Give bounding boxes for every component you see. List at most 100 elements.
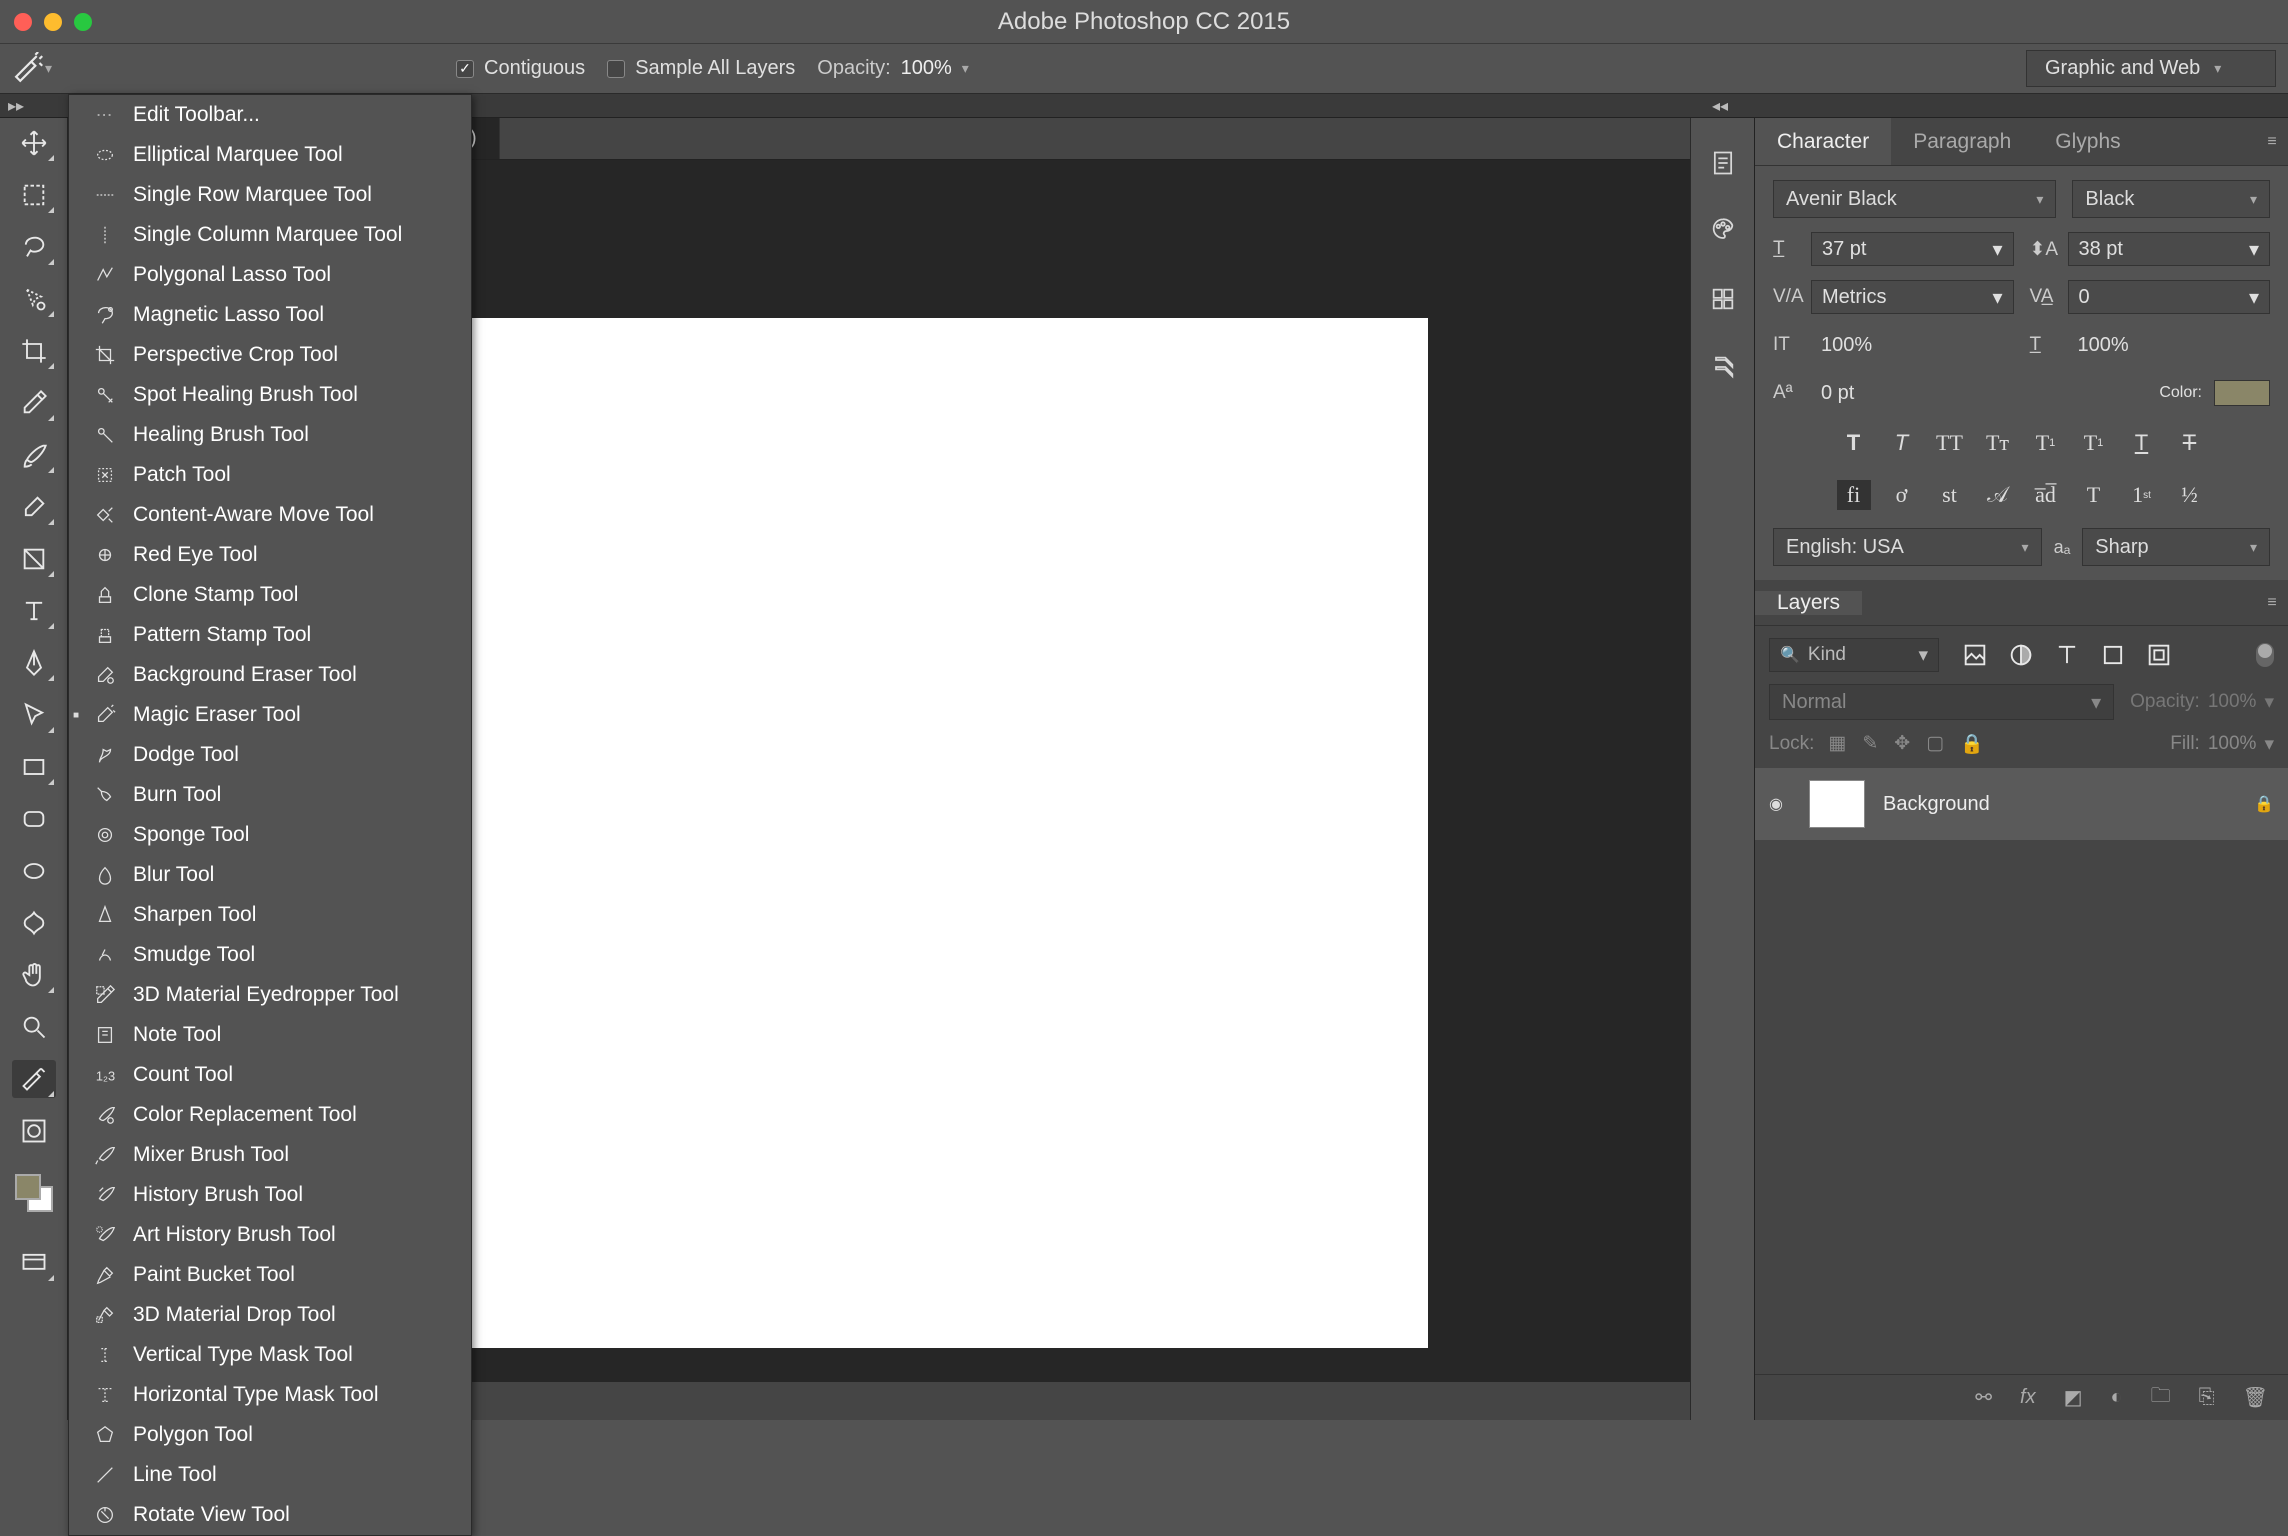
flyout-item[interactable]: Color Replacement Tool — [69, 1095, 471, 1135]
filter-pixel-icon[interactable] — [1961, 641, 1989, 669]
fractions-button[interactable]: ½ — [2173, 480, 2207, 510]
panel-menu-icon[interactable]: ≡ — [2256, 118, 2288, 165]
flyout-item[interactable]: Patch Tool — [69, 455, 471, 495]
flyout-item[interactable]: Burn Tool — [69, 775, 471, 815]
stylistic-alt-button[interactable]: a̅d̅ — [2029, 480, 2063, 510]
screen-mode-tool[interactable] — [12, 1244, 56, 1282]
libraries-panel-icon[interactable] — [1706, 282, 1740, 316]
properties-panel-icon[interactable] — [1706, 350, 1740, 384]
leading-field[interactable]: ⬍A38 pt▾ — [2030, 232, 2271, 266]
history-panel-icon[interactable] — [1706, 146, 1740, 180]
workspace-switcher[interactable]: Graphic and Web ▾ — [2026, 50, 2276, 87]
hand-tool[interactable] — [12, 956, 56, 994]
lock-transparency-icon[interactable]: ▦ — [1828, 732, 1846, 756]
all-caps-button[interactable]: TT — [1933, 428, 1967, 458]
quick-selection-tool[interactable] — [12, 280, 56, 318]
link-layers-icon[interactable]: ⚯ — [1975, 1385, 1992, 1410]
flyout-item[interactable]: Sponge Tool — [69, 815, 471, 855]
flyout-item[interactable]: Healing Brush Tool — [69, 415, 471, 455]
adjustment-layer-icon[interactable]: ◐ — [2111, 1386, 2123, 1409]
active-tool-icon[interactable]: ▾ — [12, 51, 52, 87]
tab-glyphs[interactable]: Glyphs — [2033, 118, 2142, 165]
close-window[interactable] — [14, 13, 32, 31]
tab-character[interactable]: Character — [1755, 118, 1891, 165]
flyout-item[interactable]: Blur Tool — [69, 855, 471, 895]
new-layer-icon[interactable]: ⎘ — [2199, 1386, 2215, 1409]
flyout-item[interactable]: Single Column Marquee Tool — [69, 215, 471, 255]
brush-tool[interactable] — [12, 436, 56, 474]
font-size-field[interactable]: T̲37 pt▾ — [1773, 232, 2014, 266]
zoom-window[interactable] — [74, 13, 92, 31]
flyout-item[interactable]: 1₂3Count Tool — [69, 1055, 471, 1095]
zoom-tool[interactable] — [12, 1008, 56, 1046]
gradient-tool[interactable] — [12, 540, 56, 578]
foreground-color[interactable] — [15, 1174, 41, 1200]
ligatures-button[interactable]: fi — [1837, 480, 1871, 510]
filter-adjustment-icon[interactable] — [2007, 641, 2035, 669]
blend-mode-select[interactable]: Normal▾ — [1769, 684, 2114, 720]
titling-alt-button[interactable]: T — [2077, 480, 2111, 510]
minimize-window[interactable] — [44, 13, 62, 31]
font-style-select[interactable]: Black▾ — [2072, 180, 2270, 218]
flyout-item[interactable]: Smudge Tool — [69, 935, 471, 975]
flyout-item[interactable]: Perspective Crop Tool — [69, 335, 471, 375]
flyout-item[interactable]: Art History Brush Tool — [69, 1215, 471, 1255]
flyout-item[interactable]: Line Tool — [69, 1455, 471, 1495]
lasso-tool[interactable] — [12, 228, 56, 266]
flyout-item[interactable]: Pattern Stamp Tool — [69, 615, 471, 655]
lock-position-icon[interactable]: ✥ — [1894, 732, 1910, 756]
swatches-panel-icon[interactable] — [1706, 214, 1740, 248]
contextual-alt-button[interactable]: ơ — [1885, 480, 1919, 510]
ellipse-tool[interactable] — [12, 852, 56, 890]
rounded-rectangle-tool[interactable] — [12, 800, 56, 838]
text-color-swatch[interactable] — [2214, 380, 2270, 406]
font-family-select[interactable]: Avenir Black▾ — [1773, 180, 2056, 218]
flyout-item[interactable]: Edit Toolbar... — [69, 95, 471, 135]
layer-thumbnail[interactable] — [1809, 780, 1865, 828]
flyout-item[interactable]: Mixer Brush Tool — [69, 1135, 471, 1175]
flyout-item[interactable]: Clone Stamp Tool — [69, 575, 471, 615]
eraser-tool[interactable] — [12, 488, 56, 526]
ordinals-button[interactable]: 1st — [2125, 480, 2159, 510]
faux-italic-button[interactable]: T — [1885, 428, 1919, 458]
antialiasing-select[interactable]: Sharp▾ — [2082, 528, 2270, 566]
superscript-button[interactable]: T1 — [2029, 428, 2063, 458]
small-caps-button[interactable]: Tᴛ — [1981, 428, 2015, 458]
flyout-item[interactable]: Note Tool — [69, 1015, 471, 1055]
language-select[interactable]: English: USA▾ — [1773, 528, 2042, 566]
layer-fx-icon[interactable]: fx — [2020, 1386, 2036, 1409]
filter-smartobject-icon[interactable] — [2145, 641, 2173, 669]
eyedropper-tool[interactable] — [12, 384, 56, 422]
faux-bold-button[interactable]: T — [1837, 428, 1871, 458]
flyout-item[interactable]: Spot Healing Brush Tool — [69, 375, 471, 415]
discretionary-lig-button[interactable]: st — [1933, 480, 1967, 510]
strikethrough-button[interactable]: T — [2173, 428, 2207, 458]
move-tool[interactable] — [12, 124, 56, 162]
flyout-item[interactable]: Rotate View Tool — [69, 1495, 471, 1535]
path-selection-tool[interactable] — [12, 696, 56, 734]
layer-opacity-field[interactable]: 100% — [2208, 691, 2257, 713]
horizontal-scale-field[interactable]: T̲100% — [2030, 328, 2271, 362]
filter-shape-icon[interactable] — [2099, 641, 2127, 669]
type-tool[interactable] — [12, 592, 56, 630]
flyout-item[interactable]: ■Magic Eraser Tool — [69, 695, 471, 735]
flyout-item[interactable]: History Brush Tool — [69, 1175, 471, 1215]
flyout-item[interactable]: Content-Aware Move Tool — [69, 495, 471, 535]
lock-all-icon[interactable]: 🔒 — [1960, 732, 1984, 756]
lock-pixels-icon[interactable]: ✎ — [1862, 732, 1878, 756]
pen-tool[interactable] — [12, 644, 56, 682]
crop-tool[interactable] — [12, 332, 56, 370]
kerning-field[interactable]: V/AMetrics▾ — [1773, 280, 2014, 314]
vertical-scale-field[interactable]: IT100% — [1773, 328, 2014, 362]
expand-left-icon[interactable]: ▸▸ — [8, 96, 24, 116]
flyout-item[interactable]: Dodge Tool — [69, 735, 471, 775]
tab-layers[interactable]: Layers — [1755, 591, 1862, 615]
delete-layer-icon[interactable]: 🗑 — [2243, 1385, 2268, 1410]
flyout-item[interactable]: 3D Material Drop Tool — [69, 1295, 471, 1335]
tab-paragraph[interactable]: Paragraph — [1891, 118, 2033, 165]
sample-all-layers-checkbox[interactable]: Sample All Layers — [607, 57, 795, 80]
flyout-item[interactable]: Sharpen Tool — [69, 895, 471, 935]
filter-toggle[interactable] — [2256, 643, 2274, 667]
flyout-item[interactable]: Magnetic Lasso Tool — [69, 295, 471, 335]
subscript-button[interactable]: T1 — [2077, 428, 2111, 458]
